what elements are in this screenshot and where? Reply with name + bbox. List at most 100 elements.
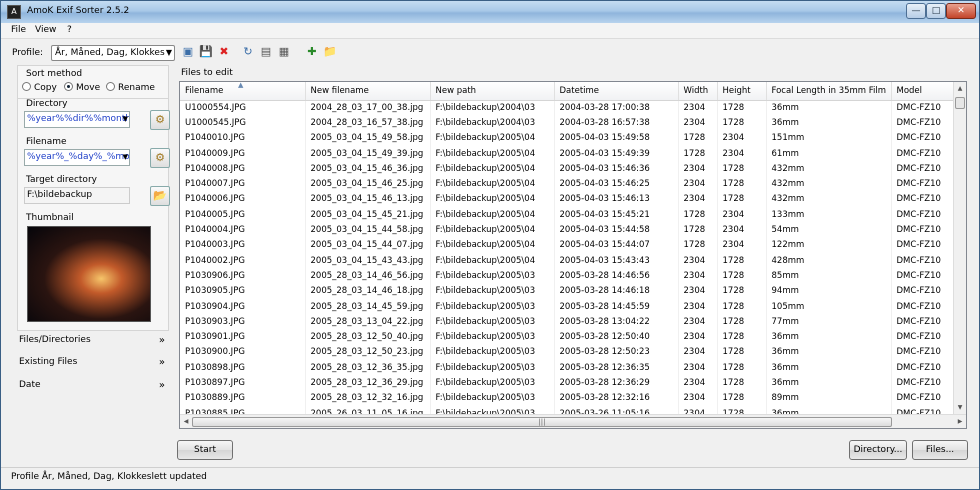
table-cell: 2005-04-03 15:45:21 [554, 207, 679, 223]
minimize-button[interactable]: — [906, 3, 926, 19]
table-row[interactable]: P1040003.JPG 2005_03_04_15_44_07.jpg F:\bi… [180, 237, 956, 253]
horizontal-scrollbar[interactable]: ◀ ||| ▶ [180, 414, 966, 428]
directory-button[interactable]: Directory... [849, 440, 907, 460]
table-cell: 1728 [717, 191, 767, 208]
refresh-icon[interactable]: ↻ [241, 45, 255, 59]
table-row[interactable]: P1030898.JPG 2005_28_03_12_36_35.jpg F:\bi… [180, 360, 956, 376]
vertical-scrollbar[interactable]: ▲ ▼ [953, 82, 966, 415]
table-cell: 2005_03_04_15_44_07.jpg [305, 237, 431, 253]
filename-input[interactable]: %year%_%day%_%mont ▼ [24, 149, 130, 166]
table-cell: 133mm [766, 207, 892, 223]
table-row[interactable]: P1040010.JPG 2005_03_04_15_49_58.jpg F:\bi… [180, 130, 956, 146]
scroll-right-icon[interactable]: ▶ [954, 415, 966, 428]
table-cell: 2005_03_04_15_45_21.jpg [305, 207, 431, 223]
table-cell: 2005_28_03_14_46_56.jpg [305, 268, 431, 284]
table-cell: 2005-03-28 14:45:59 [554, 298, 679, 315]
save-icon[interactable]: 💾 [199, 45, 213, 59]
table-row[interactable]: U1000554.JPG 2004_28_03_17_00_38.jpg F:\bi… [180, 100, 956, 116]
scroll-left-icon[interactable]: ◀ [180, 415, 192, 428]
table-cell: 2005_03_04_15_49_58.jpg [305, 130, 431, 146]
horizontal-scroll-thumb[interactable]: ||| [192, 417, 892, 427]
table-row[interactable]: P1030903.JPG 2005_28_03_13_04_22.jpg F:\bi… [180, 314, 956, 330]
radio-copy[interactable]: Copy [22, 82, 57, 93]
browse-folder-button[interactable]: 📂 [150, 186, 170, 206]
table-cell: P1030898.JPG [180, 360, 306, 376]
table-row[interactable]: P1030904.JPG 2005_28_03_14_45_59.jpg F:\bi… [180, 298, 956, 315]
col-header-datetime[interactable]: Datetime [554, 82, 679, 101]
col-header-focal-length[interactable]: Focal Length in 35mm Film [766, 82, 892, 101]
table-cell: 36mm [766, 360, 892, 376]
sort-ascending-icon: ▲ [238, 82, 244, 89]
table-row[interactable]: P1030901.JPG 2005_28_03_12_50_40.jpg F:\bi… [180, 329, 956, 345]
table-row[interactable]: P1030905.JPG 2005_28_03_14_46_18.jpg F:\bi… [180, 283, 956, 299]
scroll-up-icon[interactable]: ▲ [954, 82, 966, 96]
table-row[interactable]: P1040004.JPG 2005_03_04_15_44_58.jpg F:\bi… [180, 222, 956, 238]
accordion-date[interactable]: Date » [19, 380, 169, 398]
accordion-existing-files[interactable]: Existing Files » [19, 357, 169, 375]
maximize-button[interactable]: □ [926, 3, 946, 19]
close-button[interactable]: ✕ [946, 3, 976, 19]
table-cell: 2304 [678, 375, 718, 391]
table-cell: 2304 [717, 145, 767, 162]
table-row[interactable]: P1030906.JPG 2005_28_03_14_46_56.jpg F:\bi… [180, 268, 956, 284]
col-header-height[interactable]: Height [717, 82, 767, 101]
table-cell: 2005-04-03 15:49:39 [554, 145, 679, 162]
files-grid[interactable]: Filename ▲ New filename New path Datetime… [179, 81, 967, 429]
book-icon[interactable]: ▤ [259, 45, 273, 59]
table-row[interactable]: P1030897.JPG 2005_28_03_12_36_29.jpg F:\bi… [180, 375, 956, 391]
table-cell: 2005-03-28 12:32:16 [554, 390, 679, 406]
target-directory-input[interactable]: F:\bildebackup [24, 187, 130, 204]
table-row[interactable]: U1000545.JPG 2004_28_03_16_57_38.jpg F:\bi… [180, 115, 956, 131]
table-cell: F:\bildebackup\2005\03 [430, 344, 555, 361]
chevron-down-icon: ▼ [122, 153, 128, 161]
scroll-down-icon[interactable]: ▼ [954, 401, 966, 415]
files-button[interactable]: Files... [912, 440, 968, 460]
col-header-new-filename[interactable]: New filename [305, 82, 431, 101]
menu-view[interactable]: View [35, 25, 56, 35]
files-to-edit-label: Files to edit [181, 68, 233, 78]
title-bar[interactable]: A AmoK Exif Sorter 2.5.2 — □ ✕ [1, 1, 979, 23]
table-row[interactable]: P1030900.JPG 2005_28_03_12_50_23.jpg F:\bi… [180, 344, 956, 361]
table-cell: P1030897.JPG [180, 375, 306, 391]
chevron-down-icon: ▼ [122, 115, 128, 123]
filename-pattern-button[interactable]: ⚙ [150, 148, 170, 168]
table-row[interactable]: P1040006.JPG 2005_03_04_15_46_13.jpg F:\bi… [180, 191, 956, 208]
path-settings-group: Directory %year%%dir%%month% ▼ ⚙ Filenam… [17, 99, 170, 219]
table-row[interactable]: P1040002.JPG 2005_03_04_15_43_43.jpg F:\bi… [180, 252, 956, 269]
table-row[interactable]: P1030889.JPG 2005_28_03_12_32_16.jpg F:\bi… [180, 390, 956, 406]
app-window: A AmoK Exif Sorter 2.5.2 — □ ✕ File View… [0, 0, 980, 490]
menu-bar: File View ? [1, 23, 979, 39]
open-icon[interactable]: ▣ [181, 45, 195, 59]
col-header-model[interactable]: Model [891, 82, 956, 101]
radio-rename[interactable]: Rename [106, 82, 155, 93]
table-cell: 2005_03_04_15_49_39.jpg [305, 145, 431, 162]
radio-move[interactable]: Move [64, 82, 100, 93]
table-cell: F:\bildebackup\2005\04 [430, 222, 555, 238]
table-row[interactable]: P1040008.JPG 2005_03_04_15_46_36.jpg F:\bi… [180, 161, 956, 177]
table-cell: 36mm [766, 329, 892, 345]
profile-select[interactable]: År, Måned, Dag, Klokkes ▼ [51, 45, 175, 61]
table-cell: F:\bildebackup\2005\04 [430, 130, 555, 146]
col-header-width[interactable]: Width [678, 82, 718, 101]
table-cell: DMC-FZ10 [891, 207, 956, 223]
properties-icon[interactable]: ▦ [277, 45, 291, 59]
table-cell: F:\bildebackup\2005\03 [430, 360, 555, 376]
start-button[interactable]: Start [177, 440, 233, 460]
toolbar: ▣ 💾 ✖ ↻ ▤ ▦ ✚ 📁 [177, 45, 357, 63]
directory-input[interactable]: %year%%dir%%month% ▼ [24, 111, 130, 128]
col-header-filename[interactable]: Filename ▲ [180, 82, 306, 101]
radio-dot-selected [64, 82, 73, 91]
table-row[interactable]: P1040007.JPG 2005_03_04_15_46_25.jpg F:\bi… [180, 176, 956, 192]
col-header-new-path[interactable]: New path [430, 82, 555, 101]
directory-pattern-button[interactable]: ⚙ [150, 110, 170, 130]
add-folder-icon[interactable]: 📁 [323, 45, 337, 59]
table-row[interactable]: P1040005.JPG 2005_03_04_15_45_21.jpg F:\bi… [180, 207, 956, 223]
vertical-scroll-thumb[interactable] [955, 97, 965, 109]
table-cell: P1040006.JPG [180, 191, 306, 208]
menu-file[interactable]: File [11, 25, 26, 35]
add-file-icon[interactable]: ✚ [305, 45, 319, 59]
accordion-files-directories[interactable]: Files/Directories » [19, 335, 169, 353]
delete-icon[interactable]: ✖ [217, 45, 231, 59]
table-row[interactable]: P1040009.JPG 2005_03_04_15_49_39.jpg F:\bi… [180, 145, 956, 162]
menu-help[interactable]: ? [67, 25, 72, 35]
